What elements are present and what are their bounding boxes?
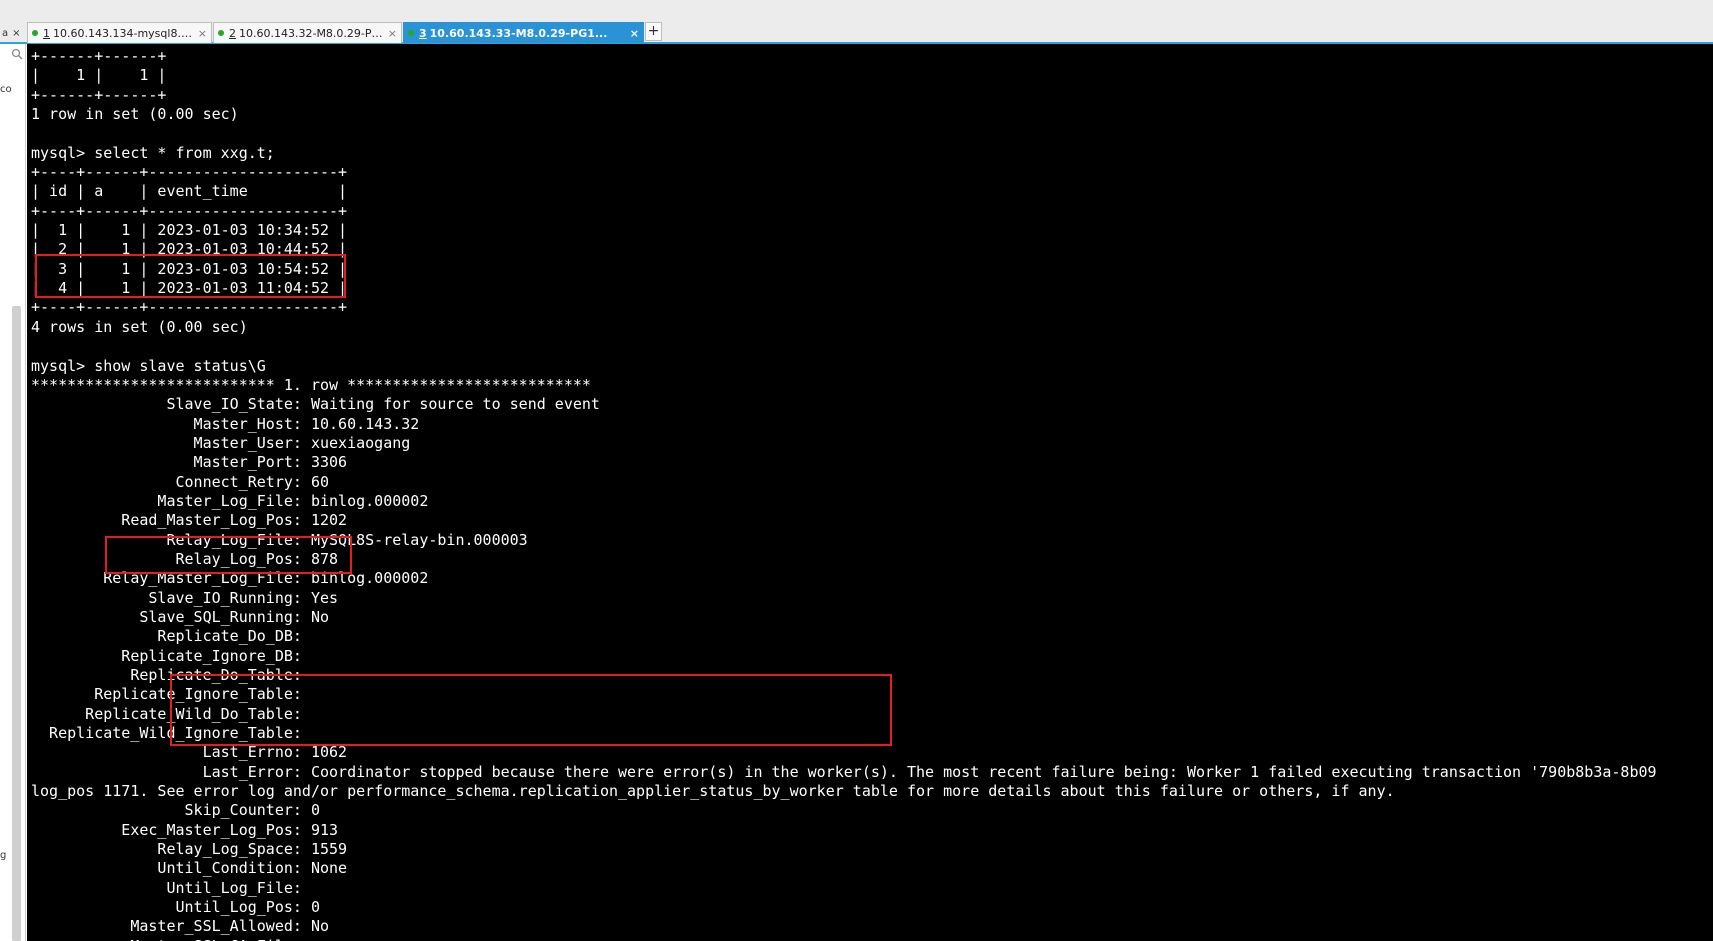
sidebar-text-fragment: g (0, 850, 7, 861)
session-sidebar: co g (0, 44, 26, 941)
terminal-line: | 3 | 1 | 2023-01-03 10:54:52 | (31, 259, 348, 278)
terminal-line: Relay_Log_Space: 1559 (31, 840, 348, 859)
sidebar-close-icon[interactable]: × (12, 28, 20, 39)
sidebar-controls: a × (0, 24, 26, 42)
terminal-line: +----+------+---------------------+ (31, 201, 348, 220)
terminal-line: Master_Host: 10.60.143.32 (31, 414, 420, 433)
terminal-line: Last_Errno: 1062 (31, 743, 348, 762)
terminal-line: | 2 | 1 | 2023-01-03 10:44:52 | (31, 240, 348, 259)
terminal-line: Master_SSL_Allowed: No (31, 917, 330, 936)
tab-title: 10.60.143.32-M8.0.29-PG14.3 (239, 26, 383, 40)
new-tab-button[interactable]: + (645, 22, 662, 41)
terminal-line: Relay_Master_Log_File: binlog.000002 (31, 569, 429, 588)
tab-number: 1 (43, 26, 50, 40)
terminal-line: Read_Master_Log_Pos: 1202 (31, 511, 348, 530)
connection-status-icon (218, 30, 224, 36)
sidebar-collapse-button[interactable]: a (2, 28, 8, 39)
tab-session-1[interactable]: 1 10.60.143.134-mysql8.0.28-... × (27, 22, 212, 43)
close-icon[interactable]: × (630, 27, 639, 40)
terminal-line: Slave_IO_State: Waiting for source to se… (31, 395, 600, 414)
terminal[interactable]: +------+------+ | 1 | 1 | +------+------… (27, 44, 1713, 941)
tab-title: 10.60.143.134-mysql8.0.28-... (53, 26, 193, 40)
terminal-line: | 1 | 1 | 2023-01-03 10:34:52 | (31, 221, 348, 240)
terminal-line: Master_SSL_CA_File: (31, 937, 311, 941)
search-icon[interactable] (11, 48, 23, 60)
terminal-line: Master_Log_File: binlog.000002 (31, 491, 429, 510)
terminal-line: Slave_IO_Running: Yes (31, 588, 339, 607)
terminal-line: Last_Error: Coordinator stopped because … (31, 762, 1657, 781)
terminal-line: | 1 | 1 | (31, 66, 167, 85)
terminal-line: mysql> show slave status\G (31, 356, 266, 375)
terminal-line: +------+------+ (31, 85, 167, 104)
terminal-output: +------+------+ | 1 | 1 | +------+------… (31, 47, 1657, 941)
terminal-line: Replicate_Ignore_DB: (31, 646, 311, 665)
connection-status-icon (408, 30, 414, 36)
terminal-line: +----+------+---------------------+ (31, 298, 348, 317)
terminal-line: Until_Condition: None (31, 859, 348, 878)
terminal-line: mysql> select * from xxg.t; (31, 143, 275, 162)
sidebar-scrollbar[interactable] (12, 306, 21, 941)
tab-number: 3 (419, 26, 427, 40)
terminal-line: +----+------+---------------------+ (31, 163, 348, 182)
terminal-line: Master_Port: 3306 (31, 453, 348, 472)
terminal-line: Replicate_Wild_Ignore_Table: (31, 724, 311, 743)
terminal-line: Exec_Master_Log_Pos: 913 (31, 820, 339, 839)
terminal-line: Replicate_Wild_Do_Table: (31, 704, 311, 723)
tab-session-3[interactable]: 3 10.60.143.33-M8.0.29-PG1... × (403, 22, 644, 43)
connection-status-icon (32, 30, 38, 36)
tab-number: 2 (229, 26, 236, 40)
close-icon[interactable]: × (388, 27, 397, 40)
terminal-line: *************************** 1. row *****… (31, 375, 591, 394)
terminal-line: Master_User: xuexiaogang (31, 433, 411, 452)
terminal-line: Slave_SQL_Running: No (31, 607, 330, 626)
tab-session-2[interactable]: 2 10.60.143.32-M8.0.29-PG14.3 × (213, 22, 402, 43)
terminal-line: Until_Log_Pos: 0 (31, 898, 320, 917)
terminal-line: 1 row in set (0.00 sec) (31, 105, 239, 124)
terminal-line: Relay_Log_Pos: 878 (31, 549, 339, 568)
terminal-line: Until_Log_File: (31, 878, 311, 897)
terminal-line: Replicate_Do_DB: (31, 627, 311, 646)
terminal-line: +------+------+ (31, 47, 167, 65)
sidebar-text-fragment: co (0, 84, 12, 95)
terminal-line: | 4 | 1 | 2023-01-03 11:04:52 | (31, 279, 348, 298)
terminal-line: Skip_Counter: 0 (31, 801, 320, 820)
terminal-line: Relay_Log_File: MySQL8S-relay-bin.000003 (31, 530, 528, 549)
terminal-line: | id | a | event_time | (31, 182, 348, 201)
tab-bar: a × 1 10.60.143.134-mysql8.0.28-... × 2 … (0, 0, 1713, 44)
tab-title: 10.60.143.33-M8.0.29-PG1... (429, 26, 608, 40)
terminal-line: 4 rows in set (0.00 sec) (31, 317, 248, 336)
terminal-line: Connect_Retry: 60 (31, 472, 330, 491)
terminal-line: Replicate_Do_Table: (31, 666, 311, 684)
terminal-line: Replicate_Ignore_Table: (31, 685, 311, 704)
terminal-line: log_pos 1171. See error log and/or perfo… (31, 782, 1395, 801)
close-icon[interactable]: × (198, 27, 207, 40)
